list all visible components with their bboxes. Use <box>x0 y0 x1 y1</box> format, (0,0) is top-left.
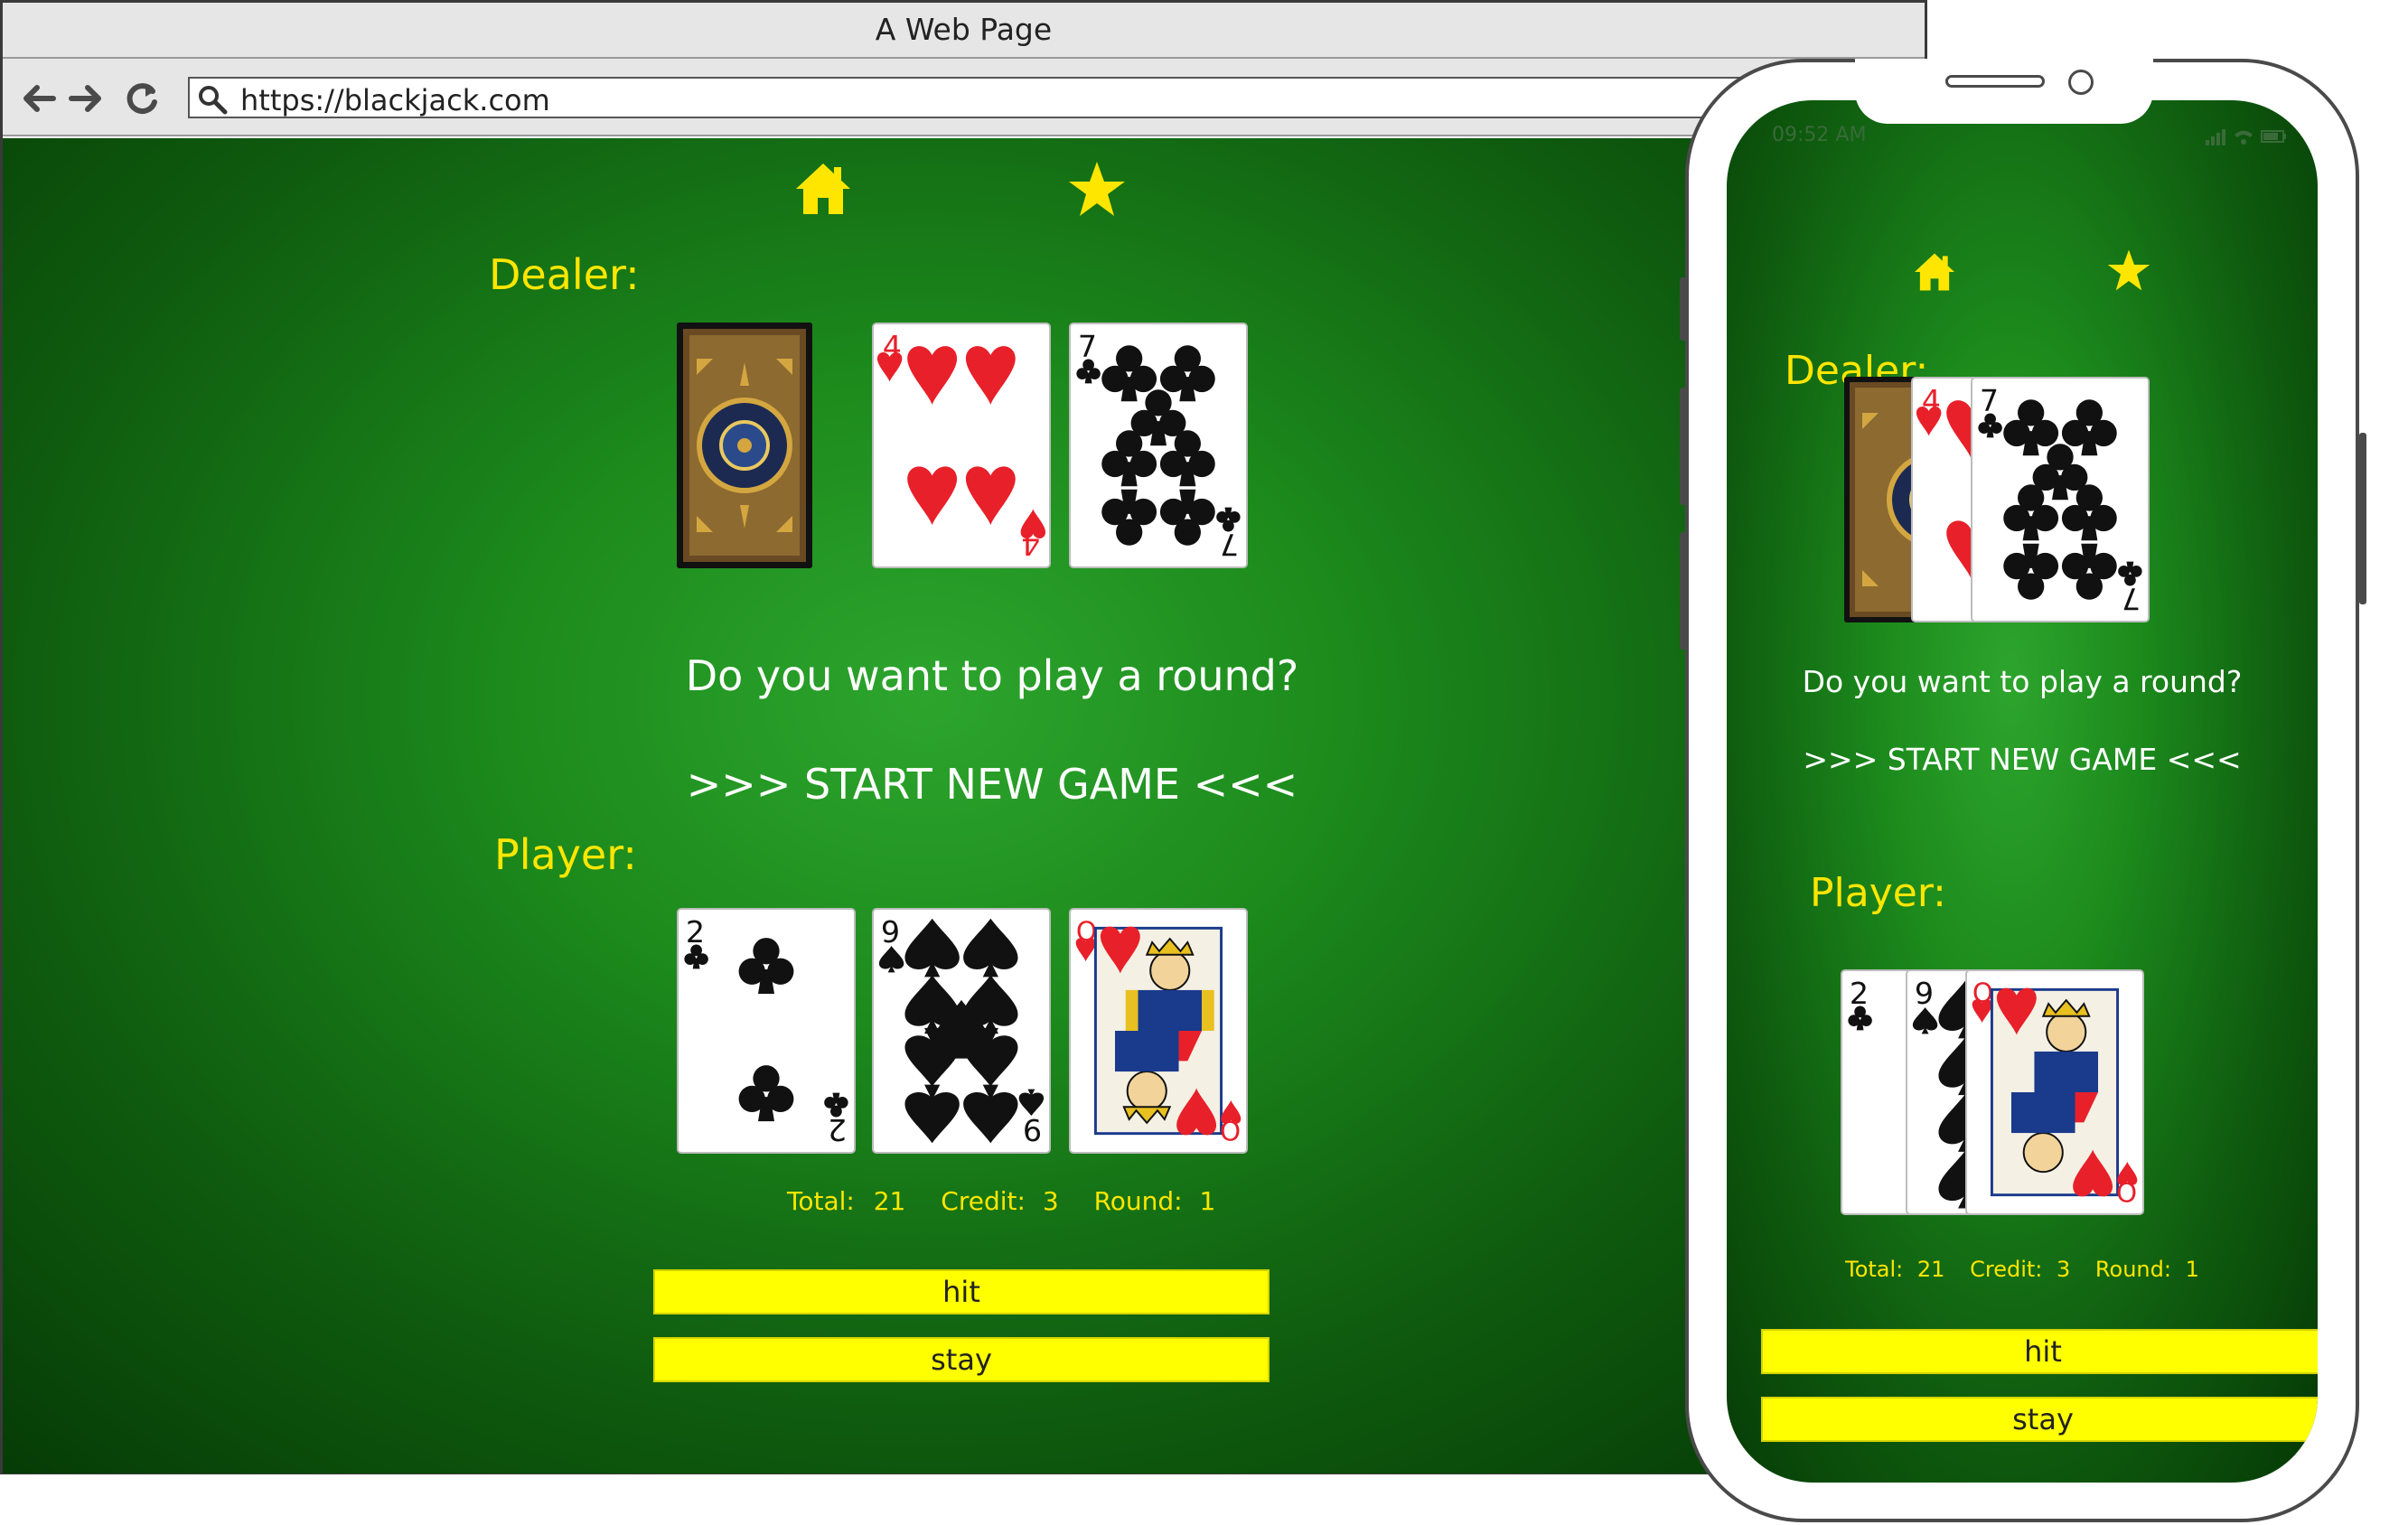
star-icon[interactable] <box>2106 248 2151 292</box>
home-icon[interactable] <box>1913 252 1956 292</box>
status-time: 09:52 AM <box>1772 124 1867 146</box>
round-label: Round: <box>2094 1257 2171 1282</box>
card-back <box>677 323 812 568</box>
star-icon[interactable] <box>1067 160 1127 218</box>
browser-toolbar: https://blackjack.com <box>3 59 1925 136</box>
credit-value: 3 <box>2057 1257 2071 1282</box>
svg-text:2: 2 <box>686 914 705 950</box>
playing-card-4-hearts: 4 4 <box>872 323 1051 568</box>
hit-button[interactable]: hit <box>1761 1329 2318 1374</box>
window-title: A Web Page <box>875 12 1053 47</box>
hit-button[interactable]: hit <box>653 1269 1270 1314</box>
stats-bar: Total: 21 Credit: 3 Round: 1 <box>787 1186 1215 1216</box>
status-icons <box>2206 129 2286 145</box>
svg-text:9: 9 <box>1023 1112 1042 1147</box>
forward-arrow-icon[interactable] <box>66 79 106 118</box>
phone-screen: 09:52 AM Dealer: 4 7 7 Do you want to pl… <box>1727 100 2318 1483</box>
svg-text:9: 9 <box>1915 976 1934 1011</box>
playing-card-7-clubs: 7 7 <box>1069 323 1248 568</box>
player-label: Player: <box>494 830 637 879</box>
url-text: https://blackjack.com <box>240 83 550 117</box>
total-label: Total: <box>1845 1257 1904 1282</box>
credit-label: Credit: <box>1970 1257 2043 1282</box>
play-prompt: Do you want to play a round? <box>1802 664 2243 699</box>
svg-text:9: 9 <box>881 914 900 950</box>
svg-text:7: 7 <box>2122 581 2141 616</box>
start-new-game-button[interactable]: >>> START NEW GAME <<< <box>1727 742 2318 777</box>
browser-window: A Web Page https://blackjack.com Dealer:… <box>0 0 1927 1474</box>
round-value: 1 <box>1199 1186 1216 1216</box>
camera-icon <box>2068 70 2094 95</box>
address-bar[interactable]: https://blackjack.com <box>188 77 1923 118</box>
total-label: Total: <box>787 1186 855 1216</box>
phone-mute-switch <box>1680 277 1687 341</box>
svg-text:2: 2 <box>828 1112 847 1147</box>
stay-button[interactable]: stay <box>653 1337 1270 1382</box>
home-icon[interactable] <box>794 162 852 216</box>
playing-card-queen-hearts: Q Q <box>1965 969 2144 1215</box>
dealer-label: Dealer: <box>489 250 640 299</box>
credit-label: Credit: <box>941 1186 1026 1216</box>
stay-button[interactable]: stay <box>1761 1397 2318 1442</box>
phone-volume-up <box>1680 388 1687 505</box>
game-table: Dealer: 4 4 7 7 Do you want to play a ro… <box>3 138 1925 1474</box>
playing-card-queen-hearts: Q Q <box>1069 908 1248 1154</box>
stats-bar: Total: 21 Credit: 3 Round: 1 <box>1727 1257 2318 1282</box>
svg-text:7: 7 <box>1220 527 1239 562</box>
svg-text:7: 7 <box>1078 329 1097 364</box>
playing-card-7-clubs: 7 7 <box>1971 377 2150 622</box>
round-label: Round: <box>1093 1186 1183 1216</box>
playing-card-2-clubs: 2 2 <box>677 908 856 1154</box>
play-prompt: Do you want to play a round? <box>685 651 1299 700</box>
player-label: Player: <box>1810 870 1946 916</box>
start-new-game-button[interactable]: >>> START NEW GAME <<< <box>3 760 1925 809</box>
search-icon <box>199 86 228 115</box>
svg-text:2: 2 <box>1850 976 1869 1011</box>
phone-volume-down <box>1680 532 1687 650</box>
back-arrow-icon[interactable] <box>19 79 59 118</box>
reload-icon[interactable] <box>122 79 162 118</box>
title-bar: A Web Page <box>3 3 1925 59</box>
svg-text:7: 7 <box>1980 383 1999 418</box>
speaker-grille <box>1945 75 2045 88</box>
total-value: 21 <box>1916 1257 1945 1282</box>
phone-power-button <box>2359 433 2366 604</box>
total-value: 21 <box>873 1186 906 1216</box>
phone-notch <box>1855 59 2153 124</box>
phone-frame: 09:52 AM Dealer: 4 7 7 Do you want to pl… <box>1680 59 2366 1522</box>
playing-card-9-spades: 9 9 <box>872 908 1051 1154</box>
round-value: 1 <box>2185 1257 2199 1282</box>
credit-value: 3 <box>1042 1186 1059 1216</box>
